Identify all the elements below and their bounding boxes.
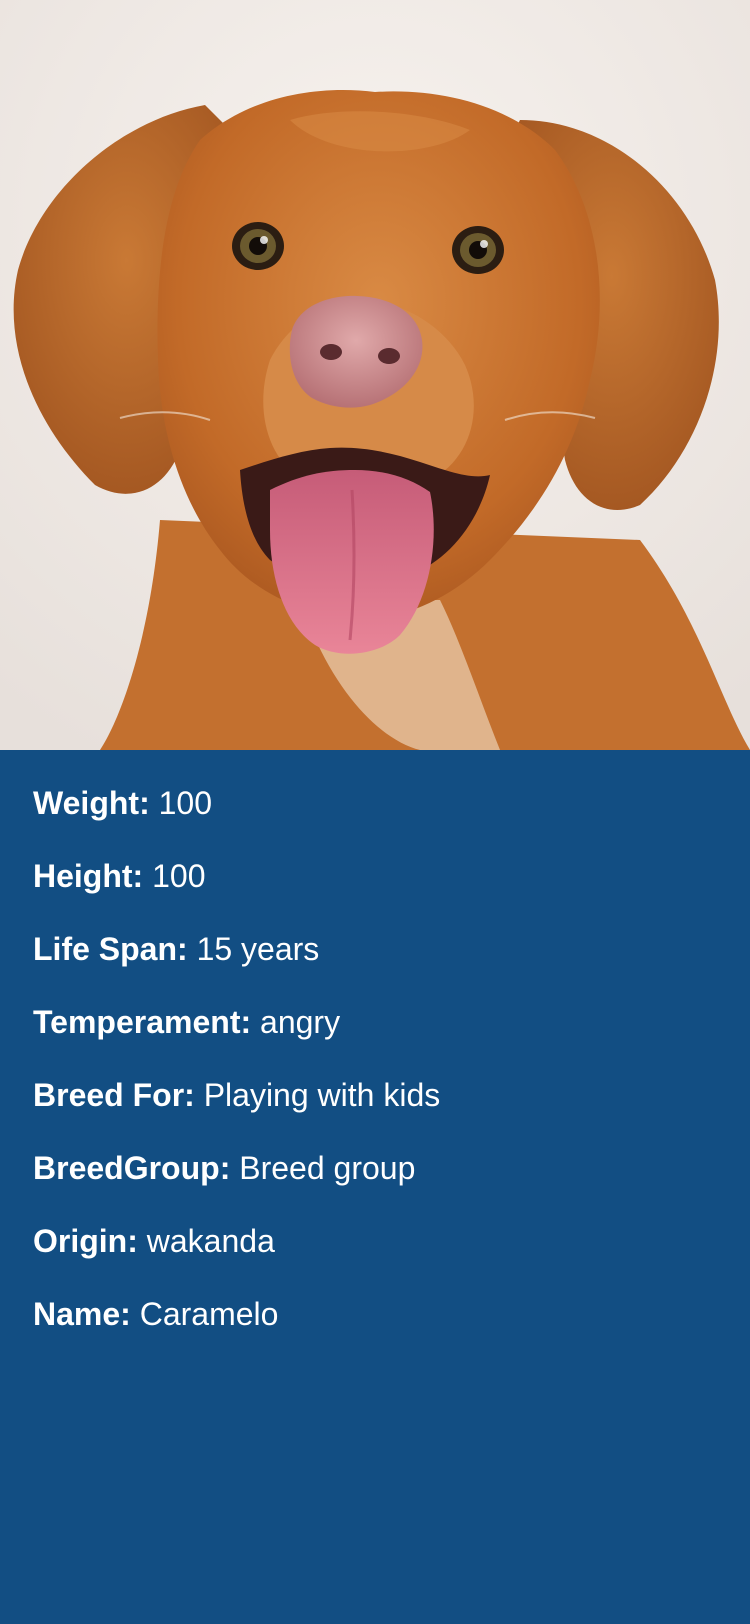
breed-group-row: BreedGroup: Breed group [33,1139,723,1212]
height-row: Height: 100 [33,847,723,920]
breed-group-label: BreedGroup: [33,1150,240,1186]
breed-for-row: Breed For: Playing with kids [33,1066,723,1139]
origin-label: Origin: [33,1223,147,1259]
name-row: Name: Caramelo [33,1285,723,1358]
weight-label: Weight: [33,785,159,821]
dog-illustration [0,0,750,750]
weight-value: 100 [158,785,212,821]
dog-detail-screen: Weight: 100 Height: 100 Life Span: 15 ye… [0,0,750,1624]
height-label: Height: [33,858,153,894]
dog-details: Weight: 100 Height: 100 Life Span: 15 ye… [33,774,723,1358]
name-label: Name: [33,1296,140,1332]
name-value: Caramelo [139,1296,279,1332]
breed-for-value: Playing with kids [203,1077,441,1113]
life-span-row: Life Span: 15 years [33,920,723,993]
origin-row: Origin: wakanda [33,1212,723,1285]
height-value: 100 [152,858,206,894]
life-span-value: 15 years [196,931,320,967]
temperament-value: angry [260,1004,341,1040]
breed-for-label: Breed For: [33,1077,204,1113]
breed-group-value: Breed group [239,1150,416,1186]
life-span-label: Life Span: [33,931,197,967]
origin-value: wakanda [146,1223,275,1259]
temperament-row: Temperament: angry [33,993,723,1066]
dog-photo [0,0,750,750]
temperament-label: Temperament: [33,1004,261,1040]
weight-row: Weight: 100 [33,774,723,847]
